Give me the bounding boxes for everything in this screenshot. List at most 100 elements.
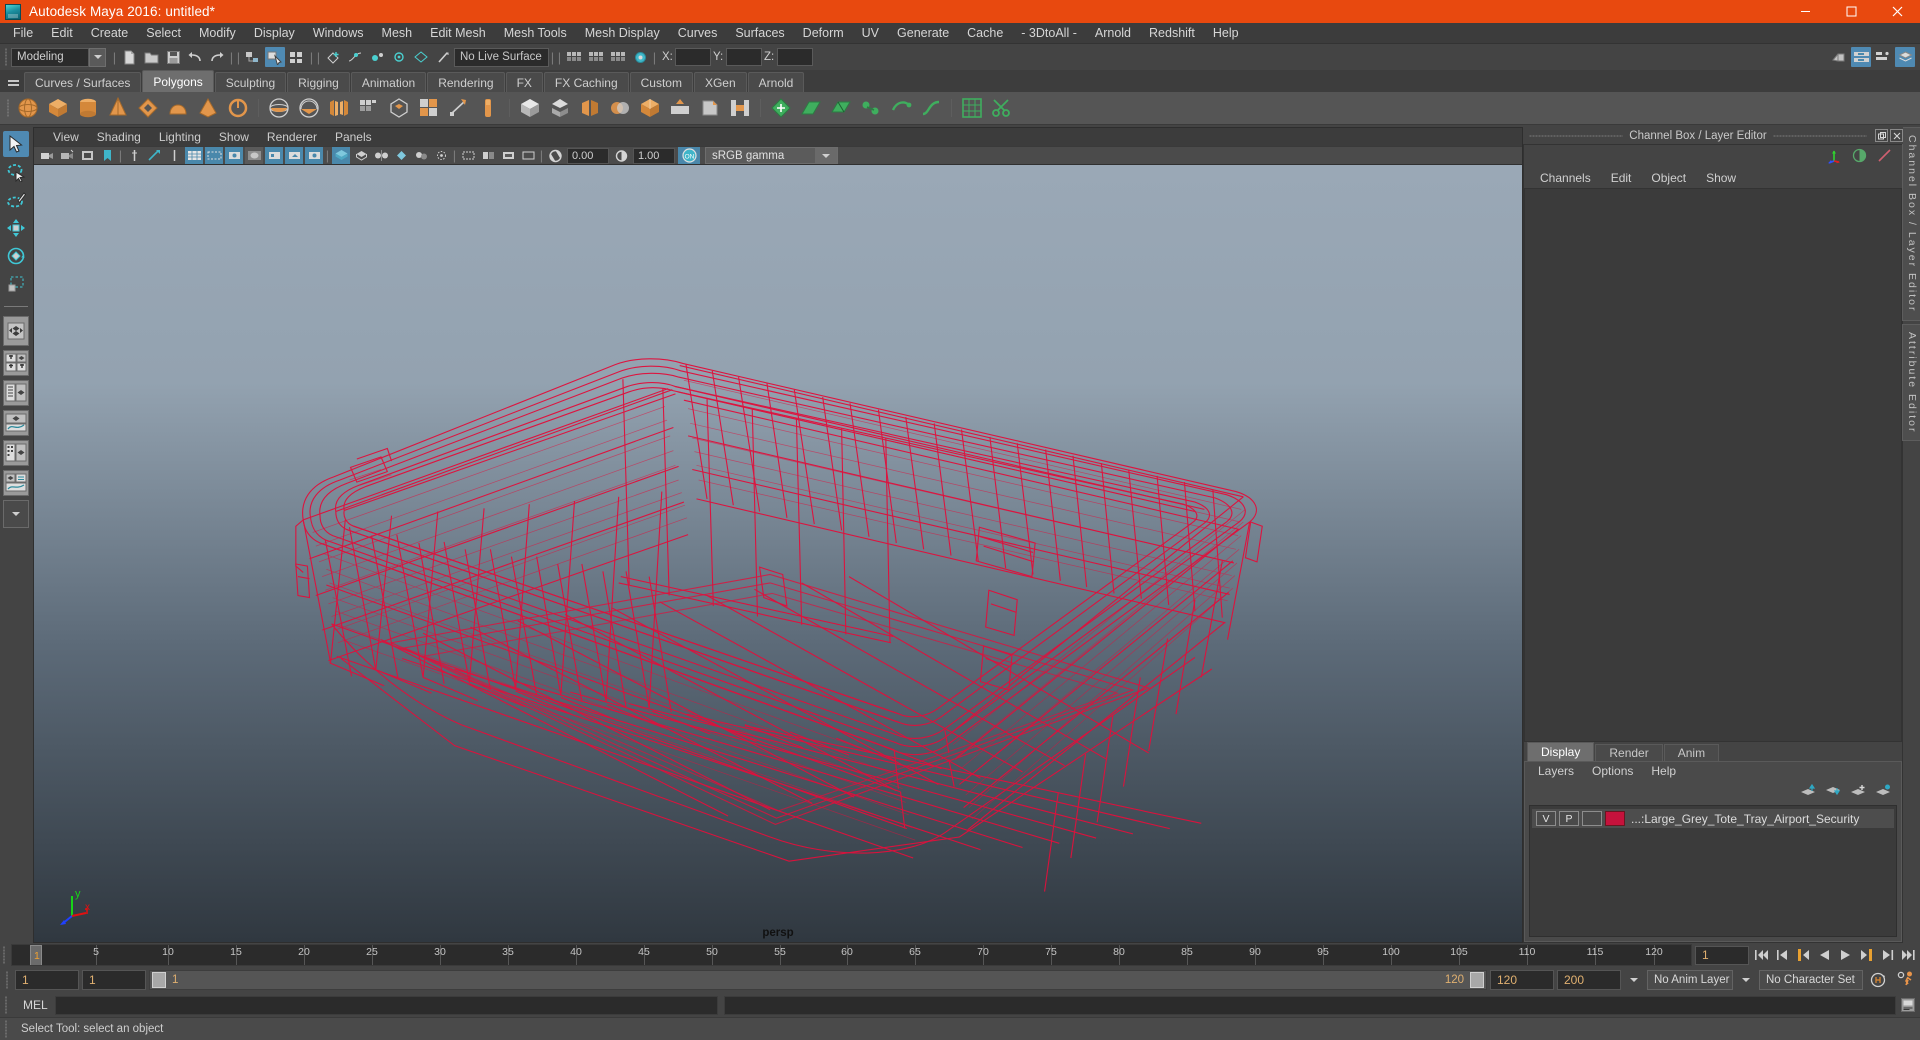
- menu-edit[interactable]: Edit: [42, 23, 82, 44]
- tab-render[interactable]: Render: [1595, 744, 1663, 761]
- animation-end-time-field[interactable]: 200: [1557, 970, 1621, 990]
- step-forward-frame-icon[interactable]: [1857, 946, 1875, 965]
- wedge-icon[interactable]: [797, 94, 825, 122]
- new-layer-from-selected-icon[interactable]: [1875, 784, 1891, 800]
- layers-menu-options[interactable]: Options: [1583, 762, 1642, 781]
- menu-help[interactable]: Help: [1204, 23, 1248, 44]
- command-input-field[interactable]: [55, 995, 718, 1015]
- mirror-icon[interactable]: [576, 94, 604, 122]
- time-cursor[interactable]: 1: [30, 945, 42, 965]
- poly-sphere-alt-icon[interactable]: [265, 94, 293, 122]
- shelf-tab-rigging[interactable]: Rigging: [287, 72, 350, 92]
- poly-sphere-icon[interactable]: [14, 94, 42, 122]
- range-slider-left-handle[interactable]: [152, 972, 166, 988]
- save-scene-icon[interactable]: [163, 47, 183, 67]
- scale-tool-icon[interactable]: [3, 271, 29, 297]
- depth-of-field-icon[interactable]: [499, 147, 517, 164]
- poly-cube-icon[interactable]: [44, 94, 72, 122]
- drag-handle-left[interactable]: [1529, 134, 1624, 137]
- layers-menu-help[interactable]: Help: [1642, 762, 1685, 781]
- move-layer-down-icon[interactable]: [1825, 784, 1841, 800]
- shelf-tab-animation[interactable]: Animation: [350, 72, 427, 92]
- gamma-icon[interactable]: [612, 147, 630, 164]
- channelbox-menu-show[interactable]: Show: [1696, 169, 1746, 188]
- bridge-icon[interactable]: [726, 94, 754, 122]
- poly-cylinder-icon[interactable]: [74, 94, 102, 122]
- append-icon[interactable]: [767, 94, 795, 122]
- screen-space-ao-icon[interactable]: [432, 147, 450, 164]
- two-d-pan-zoom-icon[interactable]: [145, 147, 163, 164]
- channel-box-content[interactable]: [1524, 188, 1902, 742]
- poly-torus-icon[interactable]: [134, 94, 162, 122]
- statusline-grip[interactable]: [2, 46, 11, 68]
- layers-menu-layers[interactable]: Layers: [1529, 762, 1583, 781]
- xray-joints-icon[interactable]: [285, 147, 303, 164]
- step-forward-keyframe-icon[interactable]: [1878, 946, 1896, 965]
- motion-blur-icon[interactable]: [459, 147, 477, 164]
- menu-uv[interactable]: UV: [853, 23, 888, 44]
- multisample-icon[interactable]: [479, 147, 497, 164]
- help-line-grip[interactable]: [2, 1018, 11, 1040]
- script-editor-icon[interactable]: [1896, 995, 1920, 1015]
- target-weld-icon[interactable]: [857, 94, 885, 122]
- lights-icon[interactable]: [392, 147, 410, 164]
- menu-curves[interactable]: Curves: [669, 23, 727, 44]
- shelf-tab-arnold[interactable]: Arnold: [747, 72, 805, 92]
- exposure-value[interactable]: 0.00: [567, 147, 609, 164]
- persp-graph-layout-icon[interactable]: [2, 410, 29, 436]
- rotate-tool-icon[interactable]: [3, 243, 29, 269]
- view-transform-dropdown[interactable]: sRGB gamma: [705, 147, 838, 164]
- smooth-icon[interactable]: [636, 94, 664, 122]
- show-hide-editors-icon[interactable]: [1829, 47, 1849, 67]
- channelbox-menu-channels[interactable]: Channels: [1530, 169, 1601, 188]
- play-backwards-icon[interactable]: [1815, 946, 1833, 965]
- play-forwards-icon[interactable]: [1836, 946, 1854, 965]
- image-plane-icon[interactable]: [125, 147, 143, 164]
- shelf-tab-rendering[interactable]: Rendering: [427, 72, 505, 92]
- anim-layer-dropdown[interactable]: No Anim Layer: [1647, 970, 1733, 990]
- poly-plane-icon[interactable]: [164, 94, 192, 122]
- textured-icon[interactable]: [372, 147, 390, 164]
- menu-generate[interactable]: Generate: [888, 23, 958, 44]
- poly-gear-icon[interactable]: [445, 94, 473, 122]
- live-surface-field[interactable]: No Live Surface: [454, 47, 549, 67]
- component-mask-vertex-icon[interactable]: [564, 47, 584, 67]
- multi-cut-icon[interactable]: [827, 94, 855, 122]
- gate-mask-icon[interactable]: [245, 147, 263, 164]
- select-hierarchy-icon[interactable]: [243, 47, 263, 67]
- layer-row[interactable]: V P ...:Large_Grey_Tote_Tray_Airport_Sec…: [1532, 809, 1894, 828]
- slash-icon[interactable]: [1877, 148, 1892, 166]
- select-object-icon[interactable]: [265, 47, 285, 67]
- redo-icon[interactable]: [207, 47, 227, 67]
- coord-field-x[interactable]: [675, 48, 711, 66]
- open-scene-icon[interactable]: [141, 47, 161, 67]
- combine-icon[interactable]: [516, 94, 544, 122]
- drag-handle-right[interactable]: [1772, 134, 1868, 137]
- more-layouts-icon[interactable]: [2, 500, 29, 528]
- exposure-icon[interactable]: [546, 147, 564, 164]
- shelf-tab-polygons[interactable]: Polygons: [142, 70, 214, 92]
- shelf-tab-fx[interactable]: FX: [505, 72, 543, 92]
- command-line-grip[interactable]: [2, 994, 11, 1016]
- minimize-icon[interactable]: [1782, 0, 1828, 23]
- poly-prism-icon[interactable]: [355, 94, 383, 122]
- poly-helix-icon[interactable]: [295, 94, 323, 122]
- manipulator-icon[interactable]: [1826, 148, 1842, 167]
- viewport-menu-show[interactable]: Show: [210, 128, 258, 146]
- menu-mesh-display[interactable]: Mesh Display: [576, 23, 669, 44]
- color-management-icon[interactable]: ON: [678, 147, 700, 164]
- character-set-chevron-down-icon[interactable]: [1736, 970, 1756, 990]
- construction-history-icon[interactable]: [630, 47, 650, 67]
- viewport-menu-lighting[interactable]: Lighting: [150, 128, 210, 146]
- viewport-menu-renderer[interactable]: Renderer: [258, 128, 326, 146]
- close-icon[interactable]: [1874, 0, 1920, 23]
- bevel-icon[interactable]: [696, 94, 724, 122]
- four-view-layout-icon[interactable]: [2, 350, 29, 376]
- menu-file[interactable]: File: [4, 23, 42, 44]
- current-frame-field[interactable]: 1: [1695, 945, 1749, 965]
- shelf-tab-xgen[interactable]: XGen: [693, 72, 747, 92]
- range-slider-bar[interactable]: 1 120: [149, 970, 1487, 990]
- make-live-icon[interactable]: [433, 47, 453, 67]
- shelf-tab-sculpting[interactable]: Sculpting: [214, 72, 287, 92]
- perspective-viewport[interactable]: persp y x: [34, 165, 1522, 942]
